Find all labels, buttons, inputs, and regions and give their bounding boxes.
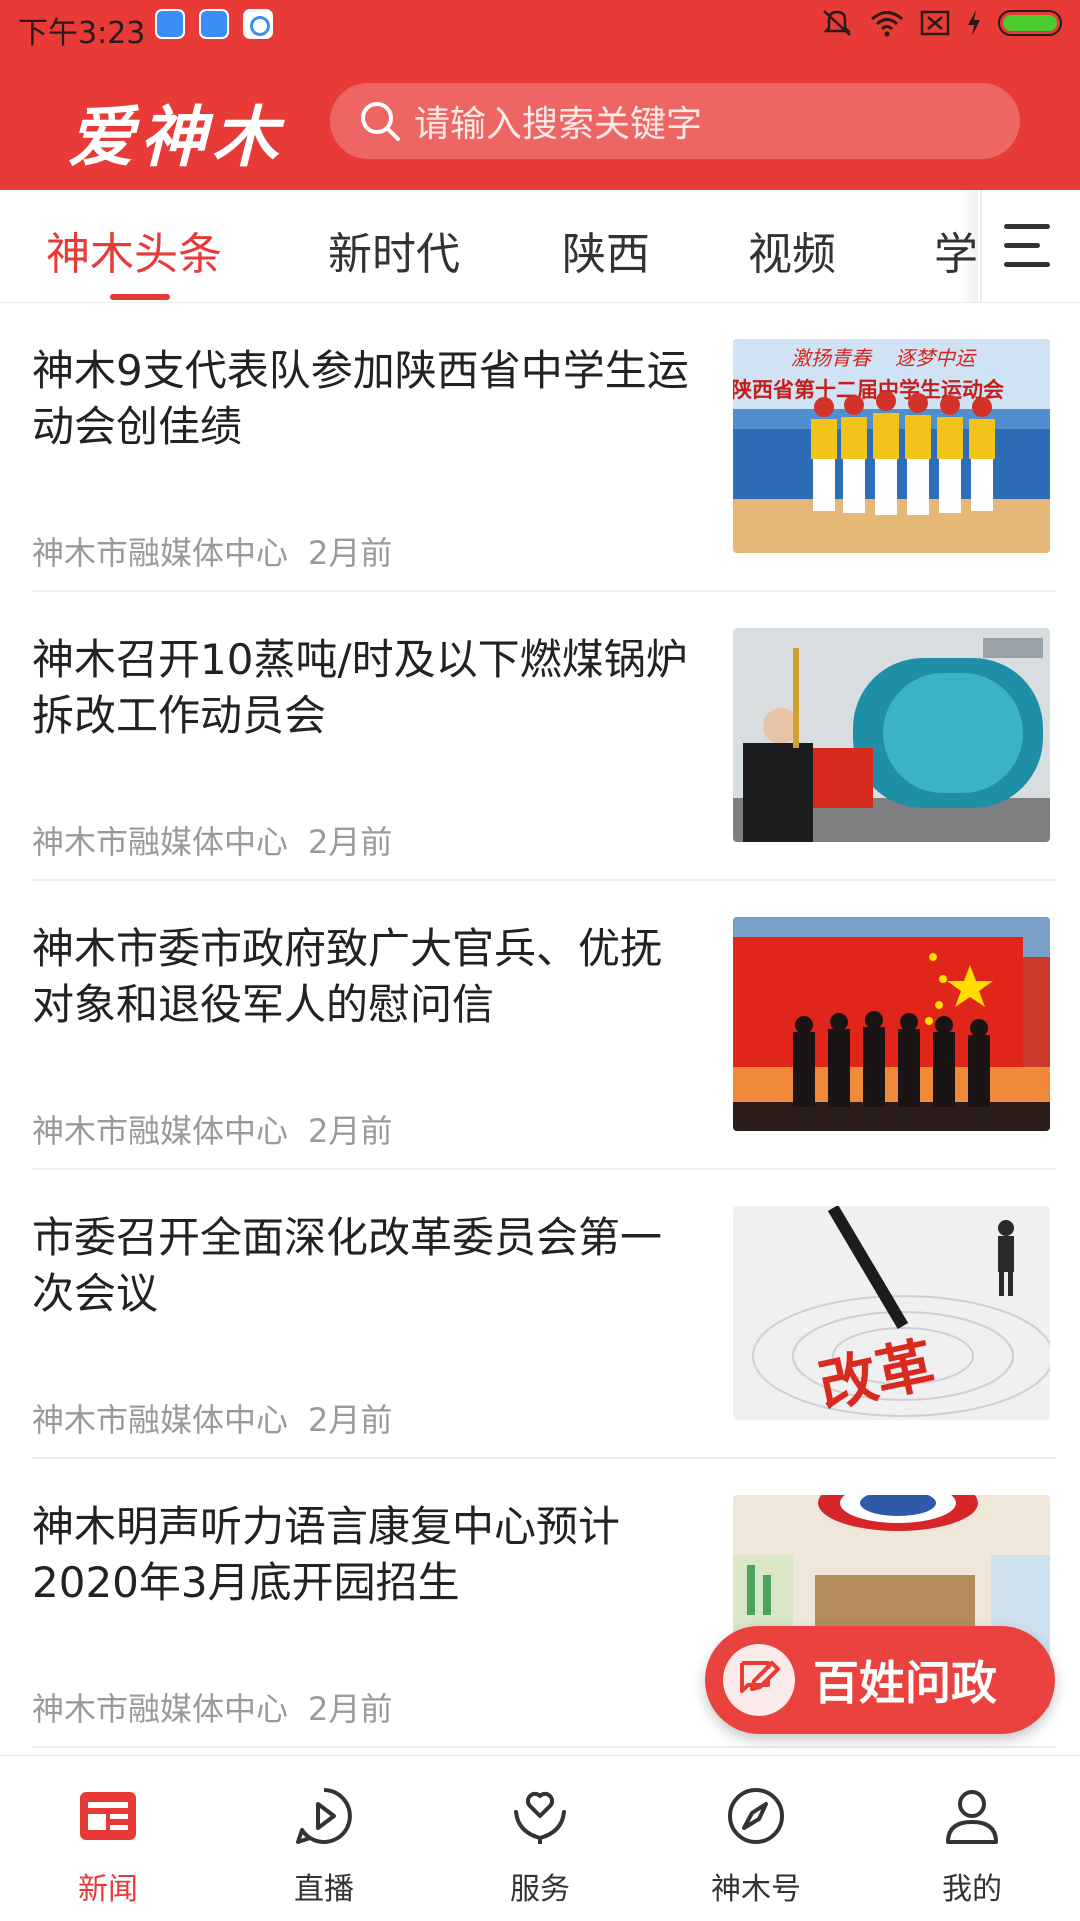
status-indicators — [820, 8, 1062, 38]
news-thumbnail — [733, 628, 1050, 842]
news-meta: 神木市融媒体中心 2月前 — [32, 1684, 392, 1730]
nav-label: 服务 — [510, 1872, 570, 1907]
news-icon — [80, 1792, 136, 1840]
tab-menu-button[interactable] — [980, 190, 1080, 302]
category-tabs: 神木头条 新时代 陕西 视频 学 — [0, 190, 1080, 303]
news-meta: 神木市融媒体中心 2月前 — [32, 1106, 392, 1152]
news-item[interactable]: 市委召开全面深化改革委员会第一次会议 神木市融媒体中心 2月前 改革 — [0, 1170, 1080, 1459]
news-source: 神木市融媒体中心 — [32, 1401, 289, 1439]
news-source: 神木市融媒体中心 — [32, 823, 289, 861]
news-item[interactable]: 神木召开10蒸吨/时及以下燃煤锅炉拆改工作动员会 神木市融媒体中心 2月前 — [0, 592, 1080, 881]
news-item[interactable]: 神木市委市政府致广大官兵、优抚对象和退役军人的慰问信 神木市融媒体中心 2月前 — [0, 881, 1080, 1170]
news-source: 神木市融媒体中心 — [32, 1690, 289, 1728]
bottom-nav: 新闻 直播 服务 神木号 我的 — [0, 1755, 1080, 1921]
tab-new-era[interactable]: 新时代 — [328, 218, 460, 282]
news-meta: 神木市融媒体中心 2月前 — [32, 817, 392, 863]
news-thumbnail — [733, 917, 1050, 1131]
wifi-icon — [871, 11, 903, 37]
nav-live[interactable]: 直播 — [216, 1756, 432, 1921]
play-icon — [296, 1788, 352, 1844]
public-inquiry-button[interactable]: 百姓问政 — [705, 1626, 1055, 1734]
tab-shaanxi[interactable]: 陕西 — [562, 218, 650, 282]
edit-bubble-icon — [723, 1644, 795, 1716]
app-header: 下午3:23 爱神木 请输入搜索关键字 — [0, 0, 1080, 190]
news-source: 神木市融媒体中心 — [32, 1112, 289, 1150]
news-thumbnail: 激扬青春 逐梦中运 陕西省第十二届中学生运动会 — [733, 339, 1050, 553]
nav-service[interactable]: 服务 — [432, 1756, 648, 1921]
search-bar[interactable]: 请输入搜索关键字 — [330, 83, 1020, 159]
nav-label: 神木号 — [711, 1872, 801, 1907]
news-meta: 神木市融媒体中心 2月前 — [32, 1395, 392, 1441]
image-banner: 陕西省第十二届中学生运动会 — [733, 378, 1004, 402]
nav-label: 我的 — [942, 1872, 1002, 1907]
tab-video[interactable]: 视频 — [748, 218, 836, 282]
nav-mine[interactable]: 我的 — [864, 1756, 1080, 1921]
nav-label: 直播 — [294, 1872, 354, 1907]
user-icon — [946, 1790, 998, 1844]
news-time: 2月前 — [308, 1401, 393, 1439]
menu-icon-line — [1004, 243, 1040, 248]
nav-label: 新闻 — [78, 1872, 138, 1907]
news-time: 2月前 — [308, 1112, 393, 1150]
heart-hand-icon — [514, 1791, 566, 1844]
mute-icon — [822, 10, 852, 36]
app-logo: 爱神木 — [68, 98, 284, 176]
news-time: 2月前 — [308, 1690, 393, 1728]
news-item[interactable]: 神木9支代表队参加陕西省中学生运动会创佳绩 神木市融媒体中心 2月前 激扬青春 逐… — [0, 303, 1080, 592]
tabs-fade — [960, 190, 978, 302]
status-app-icons — [155, 9, 273, 39]
status-bar: 下午3:23 — [0, 0, 1080, 55]
news-title: 神木9支代表队参加陕西省中学生运动会创佳绩 — [32, 346, 689, 451]
divider — [32, 1746, 1056, 1748]
news-title: 神木市委市政府致广大官兵、优抚对象和退役军人的慰问信 — [32, 924, 663, 1029]
compass-icon — [728, 1788, 784, 1844]
tab-headline[interactable]: 神木头条 — [46, 218, 222, 282]
news-time: 2月前 — [308, 823, 393, 861]
image-slogan-left: 激扬青春 — [791, 346, 873, 370]
news-title: 神木召开10蒸吨/时及以下燃煤锅炉拆改工作动员会 — [32, 635, 688, 740]
menu-icon-line — [1004, 262, 1050, 267]
nav-shenmu-account[interactable]: 神木号 — [648, 1756, 864, 1921]
app-notification-icon — [155, 9, 185, 39]
news-title: 市委召开全面深化改革委员会第一次会议 — [32, 1213, 663, 1318]
image-slogan-right: 逐梦中运 — [895, 346, 977, 370]
search-icon — [361, 102, 400, 141]
status-time: 下午3:23 — [18, 16, 146, 51]
app-notification-icon — [199, 9, 229, 39]
nav-news[interactable]: 新闻 — [0, 1756, 216, 1921]
battery-icon — [998, 10, 1062, 36]
active-tab-indicator — [110, 294, 170, 300]
sim-off-icon — [920, 10, 950, 36]
menu-icon-line — [1004, 224, 1050, 229]
search-placeholder: 请输入搜索关键字 — [414, 104, 703, 145]
news-meta: 神木市融媒体中心 2月前 — [32, 528, 392, 574]
news-source: 神木市融媒体中心 — [32, 534, 289, 572]
news-list: 神木9支代表队参加陕西省中学生运动会创佳绩 神木市融媒体中心 2月前 激扬青春 逐… — [0, 303, 1080, 1748]
charging-icon — [968, 10, 980, 36]
news-thumbnail: 改革 — [733, 1206, 1050, 1420]
news-title: 神木明声听力语言康复中心预计2020年3月底开园招生 — [32, 1502, 621, 1607]
app-notification-icon — [243, 9, 273, 39]
fab-label: 百姓问政 — [813, 1656, 997, 1710]
news-time: 2月前 — [308, 534, 393, 572]
